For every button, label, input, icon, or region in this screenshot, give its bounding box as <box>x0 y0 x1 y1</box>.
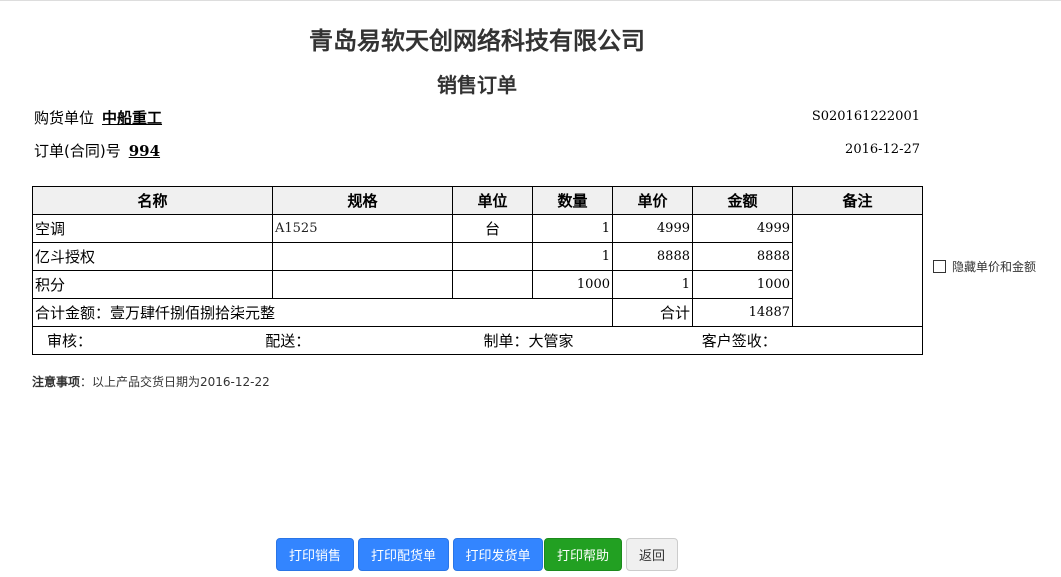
cell-spec <box>272 242 453 271</box>
cell-amount: 1000 <box>692 270 793 299</box>
print-help-button[interactable]: 打印帮助 <box>544 538 622 571</box>
col-header: 规格 <box>272 186 453 215</box>
hide-price-checkbox[interactable]: 隐藏单价和金额 <box>933 258 1036 275</box>
col-header: 备注 <box>792 186 923 215</box>
checkbox-icon[interactable] <box>933 260 946 273</box>
cell-amount: 4999 <box>692 214 793 243</box>
buyer-field: 购货单位 中船重工 <box>34 107 162 128</box>
cell-price: 8888 <box>612 242 693 271</box>
print-sales-button[interactable]: 打印销售 <box>276 538 354 571</box>
cell-name: 亿斗授权 <box>32 242 273 271</box>
table-row: 亿斗授权 1 8888 8888 <box>32 242 923 271</box>
cell-qty: 1000 <box>532 270 613 299</box>
order-code: S020161222001 <box>811 109 920 124</box>
note-text: ：以上产品交货日期为2016-12-22 <box>80 375 270 389</box>
cell-name: 积分 <box>32 270 273 299</box>
total-in-words: 合计金额：壹万肆仟捌佰捌拾柒元整 <box>32 298 613 327</box>
cell-spec: A1525 <box>272 214 453 243</box>
cell-unit <box>452 242 533 271</box>
order-table: 名称 规格 单位 数量 单价 金额 备注 空调 A1525 台 1 4999 4… <box>32 186 923 355</box>
buyer-label: 购货单位 <box>34 109 95 127</box>
buyer-value: 中船重工 <box>102 109 163 127</box>
col-header: 金额 <box>692 186 793 215</box>
cell-spec <box>272 270 453 299</box>
signature-review: 审核： <box>47 332 93 350</box>
print-picking-button[interactable]: 打印配货单 <box>358 538 449 571</box>
document-title: 销售订单 <box>437 73 517 97</box>
cell-name: 空调 <box>32 214 273 243</box>
signature-delivery: 配送： <box>265 332 311 350</box>
order-label: 订单(合同)号 <box>34 142 121 160</box>
cell-unit <box>452 270 533 299</box>
order-date: 2016-12-27 <box>845 142 920 157</box>
company-name: 青岛易软天创网络科技有限公司 <box>309 27 645 55</box>
print-shipping-button[interactable]: 打印发货单 <box>453 538 543 571</box>
total-row: 合计金额：壹万肆仟捌佰捌拾柒元整 合计 14887 <box>32 298 923 327</box>
order-field: 订单(合同)号 994 <box>34 140 160 161</box>
signature-customer: 客户签收： <box>701 332 777 350</box>
signature-maker: 制单：大管家 <box>483 332 574 350</box>
back-button[interactable]: 返回 <box>626 538 678 571</box>
hide-price-label: 隐藏单价和金额 <box>952 260 1037 274</box>
col-header: 名称 <box>32 186 273 215</box>
cell-price: 1 <box>612 270 693 299</box>
note: 注意事项：以上产品交货日期为2016-12-22 <box>32 373 270 390</box>
signature-row: 审核： 配送： 制单：大管家 客户签收： <box>32 326 923 355</box>
table-row: 积分 1000 1 1000 <box>32 270 923 299</box>
cell-amount: 8888 <box>692 242 793 271</box>
cell-unit: 台 <box>452 214 533 243</box>
col-header: 单价 <box>612 186 693 215</box>
note-label: 注意事项 <box>32 375 81 389</box>
cell-qty: 1 <box>532 214 613 243</box>
col-header: 单位 <box>452 186 533 215</box>
col-header: 数量 <box>532 186 613 215</box>
order-value: 994 <box>128 142 161 160</box>
cell-remark <box>792 214 923 327</box>
table-row: 空调 A1525 台 1 4999 4999 <box>32 214 923 327</box>
cell-qty: 1 <box>532 242 613 271</box>
cell-price: 4999 <box>612 214 693 243</box>
total-label: 合计 <box>612 298 693 327</box>
total-amount: 14887 <box>692 298 793 327</box>
table-header-row: 名称 规格 单位 数量 单价 金额 备注 <box>32 186 923 215</box>
